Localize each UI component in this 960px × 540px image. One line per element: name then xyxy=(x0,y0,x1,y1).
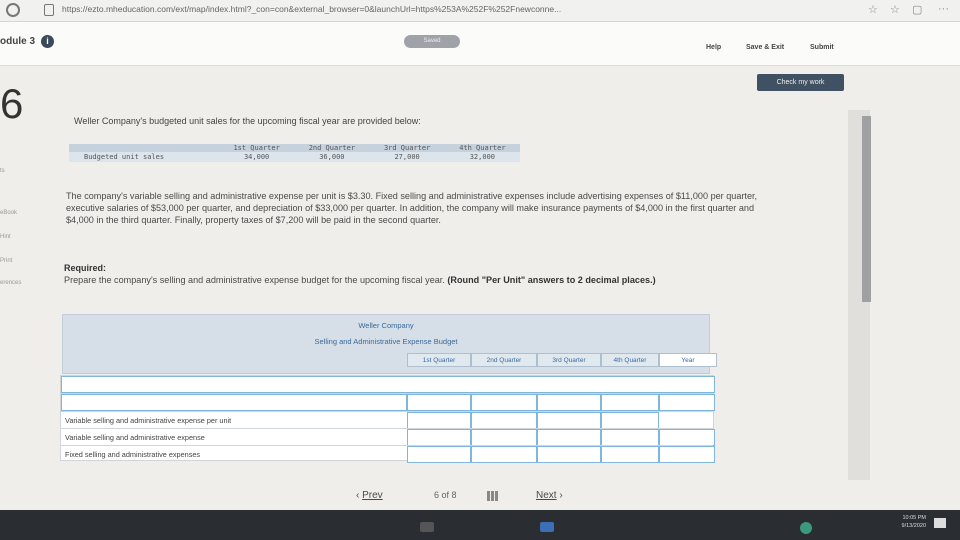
budget-row-label: Variable selling and administrative expe… xyxy=(65,433,205,442)
favorite-star-icon[interactable]: ☆ xyxy=(868,3,878,16)
budget-input-row5-q2[interactable] xyxy=(471,446,537,463)
rounding-note: (Round "Per Unit" answers to 2 decimal p… xyxy=(447,275,656,285)
budget-input-row2-q1[interactable] xyxy=(407,394,471,411)
info-icon[interactable]: i xyxy=(41,35,54,48)
page-total: of 8 xyxy=(441,490,457,500)
question-navigation: ‹ Prev 6 of 8 Next › xyxy=(0,480,960,510)
favorites-icon[interactable]: ☆ xyxy=(890,3,900,16)
tool-hint[interactable]: Hint xyxy=(0,234,11,240)
module-label: odule 3 xyxy=(0,36,36,47)
sales-header-q3: 3rd Quarter xyxy=(369,144,445,152)
budget-input-grid: Variable selling and administrative expe… xyxy=(60,375,715,463)
budget-title: Selling and Administrative Expense Budge… xyxy=(314,337,458,346)
sales-header-q2: 2nd Quarter xyxy=(294,144,370,152)
budget-input-row5-q1[interactable] xyxy=(407,446,471,463)
budget-input-row3-q4[interactable] xyxy=(601,412,659,429)
address-bar[interactable]: https://ezto.mheducation.com/ext/map/ind… xyxy=(62,4,561,14)
budget-input-row2-year[interactable] xyxy=(659,394,715,411)
budget-row-3: Variable selling and administrative expe… xyxy=(61,411,713,429)
budget-input-row1[interactable] xyxy=(61,376,715,393)
next-button[interactable]: Next › xyxy=(536,490,563,501)
budget-input-row4-q2[interactable] xyxy=(471,429,537,446)
prev-label: Prev xyxy=(362,490,383,501)
budget-column-headers: 1st Quarter 2nd Quarter 3rd Quarter 4th … xyxy=(407,353,717,367)
page-indicator: 6 of 8 xyxy=(434,490,457,500)
browser-toolbar: https://ezto.mheducation.com/ext/map/ind… xyxy=(0,0,960,22)
budget-input-row2-q4[interactable] xyxy=(601,394,659,411)
question-paragraph: The company's variable selling and admin… xyxy=(66,191,758,225)
tool-references[interactable]: erences xyxy=(0,280,21,286)
question-area: 6 ts eBook Hint Print erences Check my w… xyxy=(0,66,960,480)
budget-input-row3-q1[interactable] xyxy=(407,412,471,429)
budget-input-row4-year[interactable] xyxy=(659,429,715,446)
required-heading: Required: xyxy=(64,263,107,273)
prev-button[interactable]: ‹ Prev xyxy=(356,490,383,501)
budget-input-row5-q3[interactable] xyxy=(537,446,601,463)
refresh-icon[interactable] xyxy=(6,3,20,17)
budget-row-5: Fixed selling and administrative expense… xyxy=(61,445,715,463)
sales-row-label: Budgeted unit sales xyxy=(69,152,219,162)
save-exit-link[interactable]: Save & Exit xyxy=(746,44,784,51)
grid-icon[interactable] xyxy=(487,491,499,501)
question-intro: Weller Company's budgeted unit sales for… xyxy=(74,116,421,126)
budget-col-year: Year xyxy=(659,353,717,367)
scrollbar-thumb[interactable] xyxy=(862,116,871,302)
budget-input-row2-q3[interactable] xyxy=(537,394,601,411)
budget-input-row4-q1[interactable] xyxy=(407,429,471,446)
budget-row-4: Variable selling and administrative expe… xyxy=(61,428,715,446)
sales-value-q4: 32,000 xyxy=(444,152,520,162)
tool-points: ts xyxy=(0,168,5,174)
budget-row-label: Fixed selling and administrative expense… xyxy=(65,450,201,459)
taskbar-tray-app-icon[interactable] xyxy=(800,522,812,534)
budget-col-q1: 1st Quarter xyxy=(407,353,471,367)
app-header: odule 3 i Saved Help Save & Exit Submit xyxy=(0,22,960,66)
windows-taskbar: 10:05 PM 9/13/2020 xyxy=(0,510,960,540)
taskbar-app-icon[interactable] xyxy=(420,522,434,532)
current-page: 6 xyxy=(434,490,440,500)
budget-col-q2: 2nd Quarter xyxy=(471,353,537,367)
lock-icon xyxy=(44,4,54,16)
more-icon[interactable]: ··· xyxy=(938,3,949,15)
clock-date: 9/13/2020 xyxy=(901,523,926,529)
budget-label-input-row2[interactable] xyxy=(61,394,407,411)
help-link[interactable]: Help xyxy=(706,44,721,51)
budget-input-row5-q4[interactable] xyxy=(601,446,659,463)
budget-company: Weller Company xyxy=(358,321,414,330)
sales-header-q1: 1st Quarter xyxy=(219,144,295,152)
sales-value-q1: 34,000 xyxy=(219,152,295,162)
next-label: Next xyxy=(536,490,557,501)
budget-col-q4: 4th Quarter xyxy=(601,353,659,367)
saved-badge: Saved xyxy=(404,35,460,48)
required-instruction: Prepare the company's selling and admini… xyxy=(64,275,445,285)
sales-header-q4: 4th Quarter xyxy=(444,144,520,152)
budget-row-2 xyxy=(61,393,715,411)
sales-value-q2: 36,000 xyxy=(294,152,370,162)
sales-value-q3: 27,000 xyxy=(369,152,445,162)
budget-input-row4-q3[interactable] xyxy=(537,429,601,446)
collections-icon[interactable]: ▢ xyxy=(912,3,922,16)
sales-table: 1st Quarter 2nd Quarter 3rd Quarter 4th … xyxy=(69,144,520,162)
question-number: 6 xyxy=(0,80,24,127)
taskbar-clock[interactable]: 10:05 PM 9/13/2020 xyxy=(896,514,926,530)
required-text: Prepare the company's selling and admini… xyxy=(64,274,784,286)
clock-time: 10:05 PM xyxy=(902,515,926,521)
tool-print[interactable]: Print xyxy=(0,258,12,264)
notification-icon[interactable] xyxy=(934,518,946,528)
budget-input-row3-q2[interactable] xyxy=(471,412,537,429)
budget-input-row5-year[interactable] xyxy=(659,446,715,463)
check-my-work-button[interactable]: Check my work xyxy=(757,74,844,91)
budget-col-q3: 3rd Quarter xyxy=(537,353,601,367)
budget-row-label: Variable selling and administrative expe… xyxy=(65,416,232,425)
budget-header: Weller Company Selling and Administrativ… xyxy=(62,314,717,374)
budget-row-1 xyxy=(61,375,715,393)
budget-input-row4-q4[interactable] xyxy=(601,429,659,446)
taskbar-word-icon[interactable] xyxy=(540,522,554,532)
submit-link[interactable]: Submit xyxy=(810,44,834,51)
tool-ebook[interactable]: eBook xyxy=(0,210,17,216)
budget-input-row3-q3[interactable] xyxy=(537,412,601,429)
budget-input-row2-q2[interactable] xyxy=(471,394,537,411)
